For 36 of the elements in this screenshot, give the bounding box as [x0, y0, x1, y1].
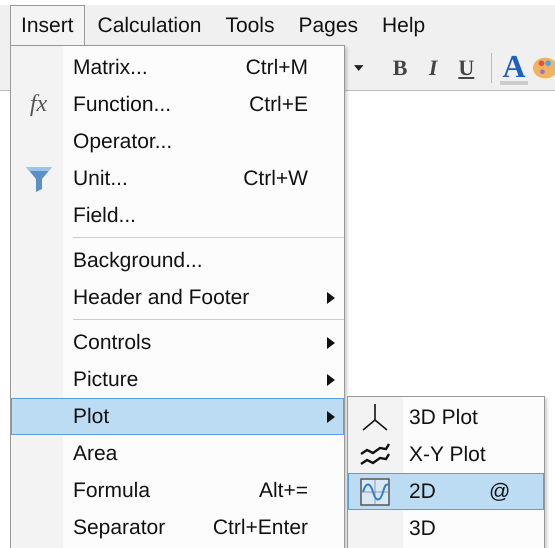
menu-title[interactable]: Insert — [10, 5, 85, 45]
menu-item[interactable]: Field... — [11, 197, 344, 234]
submenu-arrow-icon — [327, 374, 335, 386]
caret-icon[interactable] — [354, 64, 364, 70]
submenu-arrow-icon — [327, 410, 335, 422]
toolbar-button[interactable]: U — [450, 54, 483, 80]
menu-title[interactable]: Tools — [214, 5, 286, 45]
submenu-arrow-icon — [327, 292, 335, 304]
submenu-arrow-icon — [327, 336, 335, 348]
menu-item[interactable]: 3D Plot — [348, 399, 544, 436]
function-icon: fx — [30, 91, 48, 118]
menu-item[interactable]: Operator... — [11, 123, 344, 160]
menu-item[interactable]: Background... — [11, 242, 344, 279]
palette-icon[interactable] — [532, 54, 555, 80]
wave-plot-icon — [360, 478, 390, 506]
menu-title[interactable]: Help — [371, 5, 436, 45]
axes-icon — [360, 402, 390, 434]
menu-item[interactable]: Formula Alt+= — [11, 472, 344, 509]
menu-item[interactable]: fx Function... Ctrl+E — [11, 86, 344, 123]
menu-title[interactable]: Pages — [287, 5, 370, 45]
menu-item[interactable]: Unit... Ctrl+W — [11, 160, 344, 197]
toolbar-button[interactable]: I — [416, 54, 450, 80]
menu-item[interactable]: Plot — [11, 398, 344, 435]
menu-item[interactable]: Controls — [11, 324, 344, 361]
menu-item[interactable]: Separator Ctrl+Enter — [11, 509, 344, 546]
line-chart-icon — [359, 442, 391, 468]
menu-title[interactable]: Calculation — [86, 5, 212, 45]
menu-item[interactable]: Header and Footer — [11, 279, 344, 316]
menu-item[interactable]: 3D — [348, 510, 544, 547]
menu-item[interactable]: X-Y Plot — [348, 436, 544, 473]
toolbar-button[interactable]: A — [500, 50, 528, 84]
menu-item[interactable]: Picture — [11, 361, 344, 398]
menu-item[interactable]: 2D @ — [348, 473, 544, 510]
toolbar-button[interactable]: B — [383, 54, 417, 80]
menu-item[interactable]: Matrix... Ctrl+M — [11, 49, 344, 86]
menu-item[interactable]: Area — [11, 435, 344, 472]
